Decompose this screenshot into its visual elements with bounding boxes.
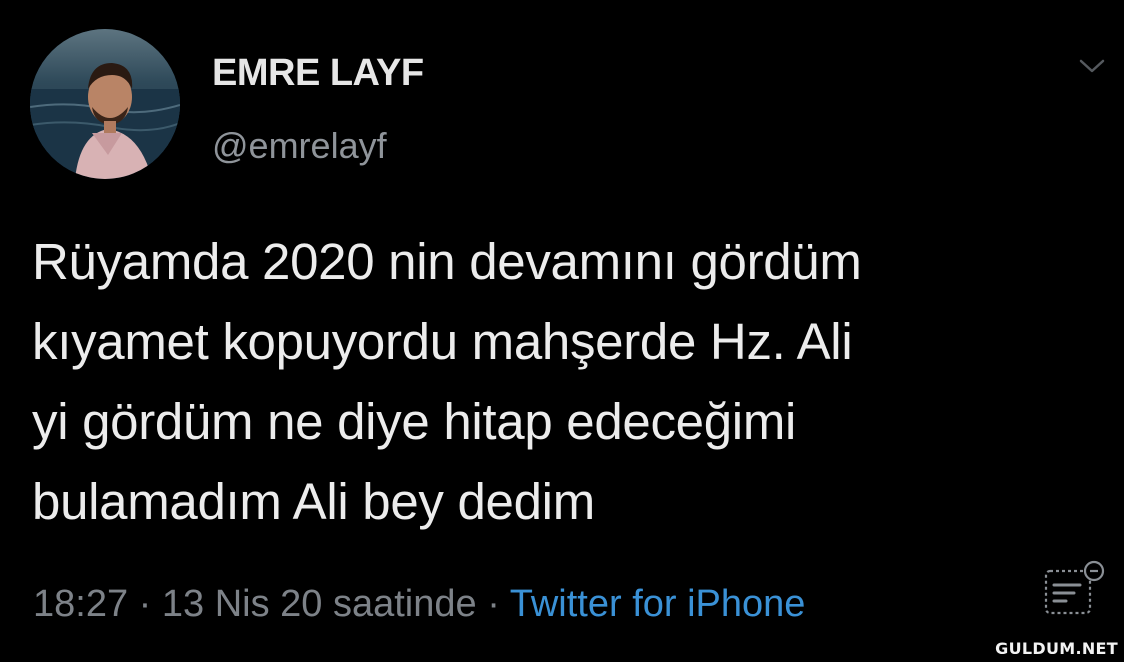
chevron-down-icon[interactable] xyxy=(1077,55,1107,77)
tweet-text-line: yi gördüm ne diye hitap edeceğimi xyxy=(32,393,797,450)
profile-photo-icon xyxy=(30,29,180,179)
author-handle[interactable]: @emrelayf xyxy=(212,125,387,167)
tweet-meta: 18:27 · 13 Nis 20 saatinde · Twitter for… xyxy=(33,583,805,626)
analytics-icon[interactable] xyxy=(1040,557,1110,617)
tweet-text-line: kıyamet kopuyordu mahşerde Hz. Ali xyxy=(32,313,853,370)
tweet-time[interactable]: 18:27 xyxy=(33,583,128,625)
author-display-name[interactable]: EMRE LAYF xyxy=(212,52,424,95)
meta-separator: · xyxy=(128,583,162,625)
tweet-date[interactable]: 13 Nis 20 saatinde xyxy=(162,583,477,625)
tweet-text-line: bulamadım Ali bey dedim xyxy=(32,473,595,530)
avatar[interactable] xyxy=(30,29,180,179)
meta-separator: · xyxy=(476,583,510,625)
watermark: GULDUM.NET xyxy=(995,639,1118,658)
tweet-source-link[interactable]: Twitter for iPhone xyxy=(510,583,806,625)
tweet-card: EMRE LAYF @emrelayf Rüyamda 2020 nin dev… xyxy=(0,0,1124,662)
tweet-text: Rüyamda 2020 nin devamını gördüm kıyamet… xyxy=(32,222,1092,542)
tweet-text-line: Rüyamda 2020 nin devamını gördüm xyxy=(32,233,862,290)
